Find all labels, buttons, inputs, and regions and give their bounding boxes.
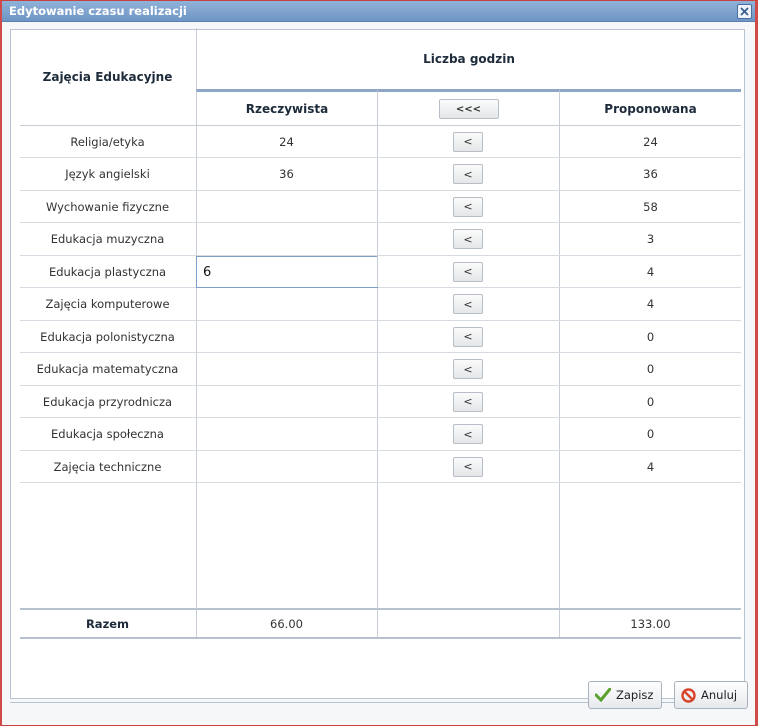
copy-proposed-button[interactable]: < (453, 196, 483, 217)
copy-cell: < (377, 223, 558, 255)
totals-label: Razem (85, 616, 130, 631)
header-actual: Rzeczywista (196, 89, 377, 126)
copy-proposed-button[interactable]: < (453, 229, 483, 249)
cancel-button[interactable]: Anuluj (674, 681, 748, 709)
actual-hours-cell[interactable] (196, 223, 376, 255)
actual-hours-cell[interactable]: 36 (196, 158, 376, 190)
totals-empty (377, 610, 558, 637)
table-row: Edukacja plastyczna 6 <4 (20, 256, 741, 288)
copy-proposed-button[interactable]: < (453, 359, 483, 379)
actual-hours-cell[interactable] (196, 418, 376, 450)
proposed-hours-cell: 4 (559, 288, 741, 320)
subject-cell: Edukacja społeczna (51, 427, 164, 441)
proposed-hours-cell: 0 (559, 386, 741, 417)
subject-cell: Edukacja polonistyczna (40, 329, 175, 344)
actual-hours-cell[interactable] (196, 321, 376, 352)
save-button-label: Zapisz (616, 688, 654, 702)
subject-cell: Język angielski (65, 167, 150, 181)
table-row: Edukacja muzyczna <3 (20, 223, 741, 256)
table-row: Wychowanie fizyczne <58 (20, 191, 741, 223)
proposed-hours-cell: 24 (559, 126, 741, 157)
copy-cell: < (377, 386, 558, 417)
cancel-icon (681, 687, 696, 703)
copy-proposed-button[interactable]: < (453, 326, 483, 347)
copy-cell: < (377, 256, 558, 287)
copy-cell: < (377, 158, 558, 190)
header-subject: Zajęcia Edukacyjne (42, 70, 173, 84)
copy-proposed-button[interactable]: < (453, 294, 483, 314)
proposed-hours-cell: 36 (559, 158, 741, 190)
actual-hours-cell[interactable] (196, 451, 376, 482)
header-hours-group: Liczba godzin (196, 28, 741, 89)
subject-cell: Religia/etyka (70, 134, 145, 149)
close-button[interactable] (737, 4, 752, 19)
dialog-title: Edytowanie czasu realizacji (9, 4, 187, 18)
totals-proposed: 133.00 (559, 610, 741, 637)
proposed-hours-cell: 58 (559, 191, 741, 222)
actual-hours-cell[interactable] (196, 353, 376, 385)
subject-cell: Wychowanie fizyczne (45, 199, 170, 214)
copy-proposed-button[interactable]: < (453, 131, 483, 152)
table-row: Religia/etyka 24 <24 (20, 126, 741, 158)
copy-cell: < (377, 191, 558, 222)
copy-proposed-button[interactable]: < (453, 164, 483, 184)
save-button[interactable]: Zapisz (588, 681, 662, 709)
table-row: Język angielski 36 <36 (20, 158, 741, 191)
subject-cell: Edukacja muzyczna (50, 232, 165, 246)
close-icon (740, 7, 749, 16)
actual-hours-cell[interactable] (196, 288, 376, 320)
copy-proposed-button[interactable]: < (453, 261, 483, 282)
proposed-hours-cell: 4 (559, 451, 741, 482)
copy-cell: < (377, 418, 558, 450)
actual-hours-cell[interactable]: 24 (196, 126, 376, 157)
copy-all-button[interactable]: <<< (438, 99, 499, 119)
dialog-titlebar: Edytowanie czasu realizacji (2, 1, 755, 22)
proposed-hours-cell: 4 (559, 256, 741, 287)
proposed-hours-cell: 0 (559, 321, 741, 352)
proposed-hours-cell: 3 (559, 223, 741, 255)
header-proposed: Proponowana (559, 89, 741, 126)
table-row: Zajęcia techniczne <4 (20, 451, 741, 483)
edit-dialog: Edytowanie czasu realizacji Zajęcia Eduk… (0, 0, 758, 726)
actual-hours-cell[interactable] (196, 386, 376, 417)
copy-cell: < (377, 353, 558, 385)
table-row: Edukacja społeczna <0 (20, 418, 741, 451)
table-row: Edukacja polonistyczna <0 (20, 321, 741, 353)
subject-cell: Zajęcia techniczne (53, 459, 162, 474)
proposed-hours-cell: 0 (559, 418, 741, 450)
copy-cell: < (377, 288, 558, 320)
subject-cell: Edukacja matematyczna (36, 362, 179, 376)
cancel-button-label: Anuluj (701, 688, 738, 702)
totals-row: Razem 66.00 133.00 (20, 608, 741, 639)
subject-cell: Edukacja przyrodnicza (42, 394, 173, 409)
copy-cell: < (377, 126, 558, 157)
header-copy-all-cell: <<< (377, 89, 559, 126)
copy-proposed-button[interactable]: < (453, 391, 483, 412)
copy-proposed-button[interactable]: < (453, 424, 483, 444)
copy-cell: < (377, 321, 558, 352)
subject-cell: Edukacja plastyczna (48, 264, 167, 279)
copy-cell: < (377, 451, 558, 482)
table-row: Edukacja matematyczna <0 (20, 353, 741, 386)
subject-cell: Zajęcia komputerowe (45, 297, 170, 311)
actual-hours-input[interactable]: 6 (196, 256, 378, 288)
checkmark-icon (595, 688, 611, 702)
proposed-hours-cell: 0 (559, 353, 741, 385)
table-row: Edukacja przyrodnicza <0 (20, 386, 741, 418)
actual-hours-cell[interactable] (196, 191, 376, 222)
totals-actual: 66.00 (196, 610, 376, 637)
table-row: Zajęcia komputerowe <4 (20, 288, 741, 321)
copy-proposed-button[interactable]: < (453, 456, 483, 477)
grid-header: Zajęcia Edukacyjne Liczba godzin Rzeczyw… (20, 28, 741, 126)
